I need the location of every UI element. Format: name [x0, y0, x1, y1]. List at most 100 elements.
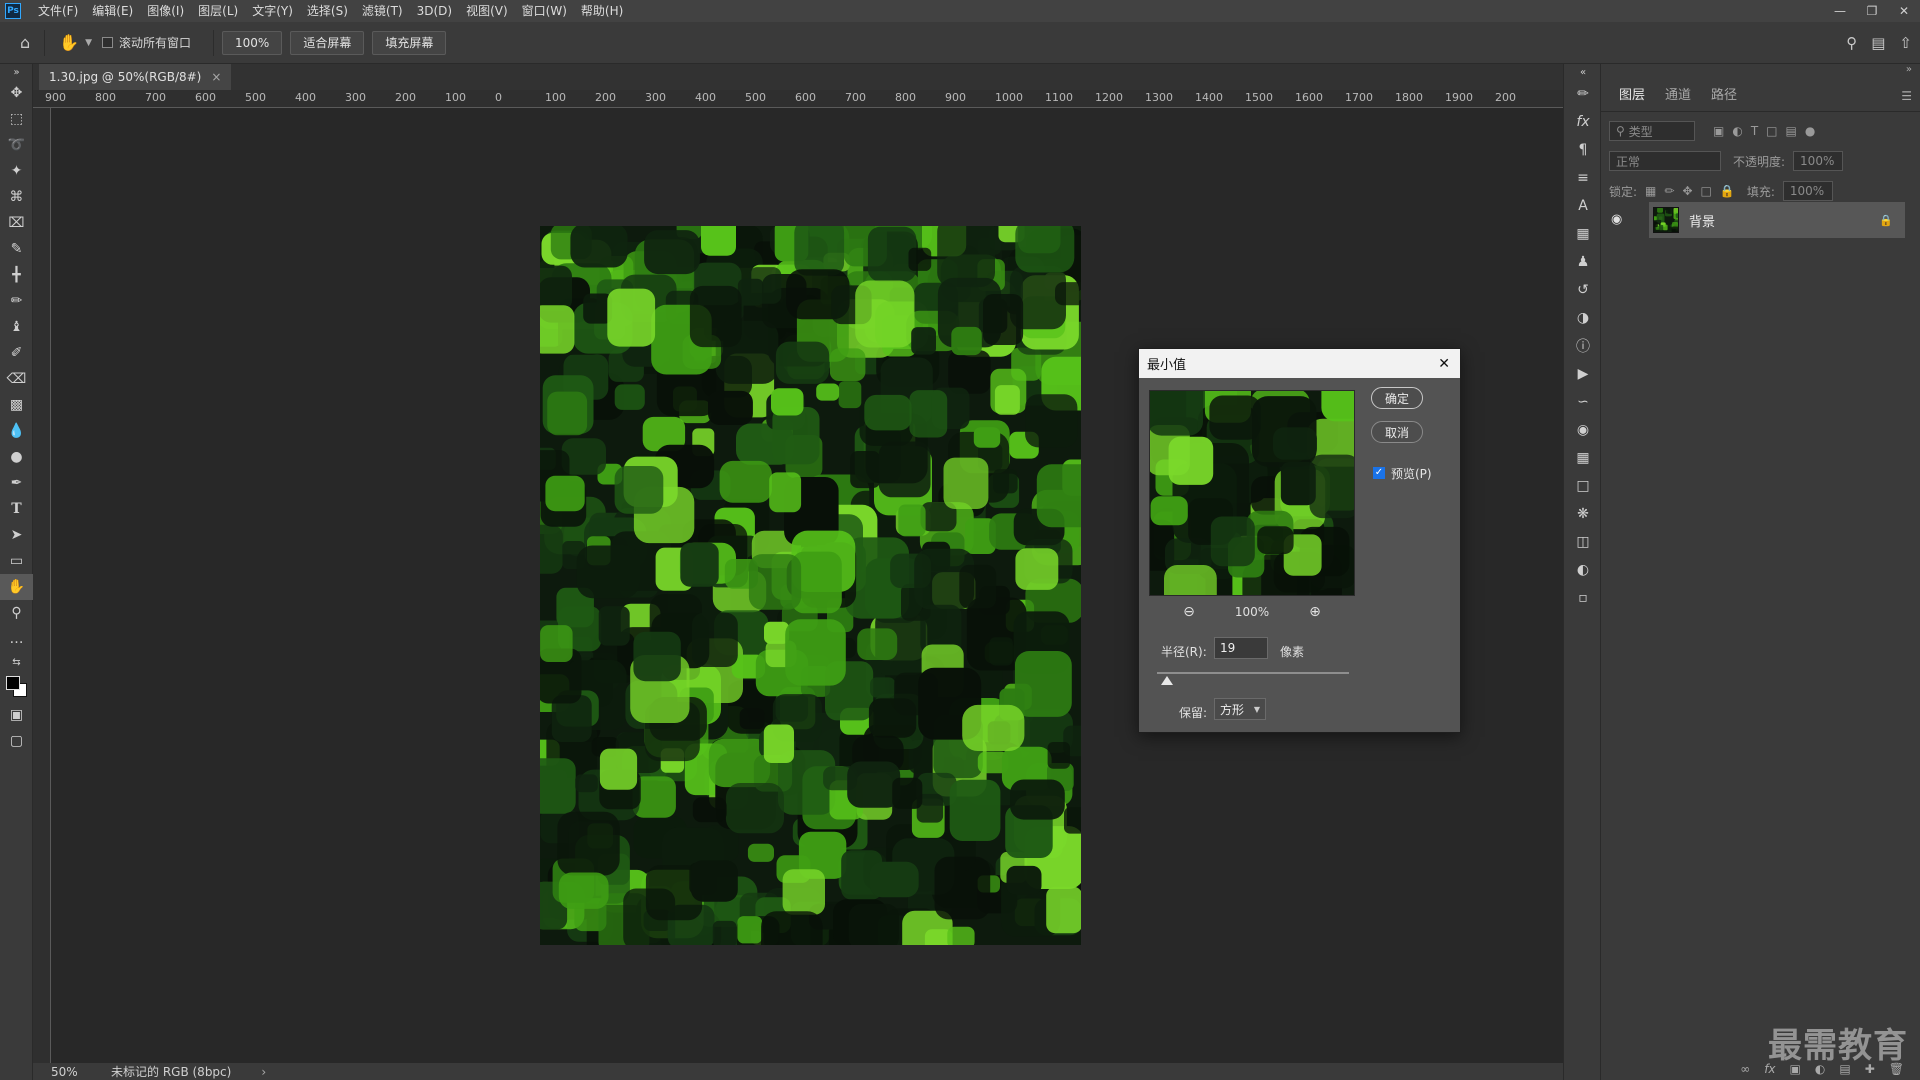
- radius-slider[interactable]: [1157, 672, 1349, 674]
- menu-filter[interactable]: 滤镜(T): [355, 0, 410, 22]
- timeline-icon[interactable]: ◫: [1564, 528, 1602, 556]
- gradient-tool-icon[interactable]: ▩: [0, 392, 33, 418]
- layer-row-background[interactable]: 背景 🔒: [1649, 202, 1905, 238]
- menu-view[interactable]: 视图(V): [459, 0, 515, 22]
- tab-paths[interactable]: 路径: [1701, 80, 1747, 112]
- crop-tool-icon[interactable]: ⌘: [0, 184, 33, 210]
- menu-layer[interactable]: 图层(L): [191, 0, 245, 22]
- expand-panel-icon[interactable]: »: [0, 64, 33, 80]
- layer-lock-icon[interactable]: 🔒: [1879, 214, 1893, 227]
- zoom-out-icon[interactable]: ⊖: [1183, 604, 1195, 620]
- lock-transparency-icon[interactable]: ▦: [1645, 184, 1656, 198]
- tab-channels[interactable]: 通道: [1655, 80, 1701, 112]
- workspace-icon[interactable]: ▤: [1871, 34, 1885, 52]
- menu-image[interactable]: 图像(I): [140, 0, 191, 22]
- paragraph-icon[interactable]: ¶: [1564, 136, 1602, 164]
- type-tool-icon[interactable]: T: [0, 496, 33, 522]
- swap-colors-icon[interactable]: ⇆: [0, 652, 33, 672]
- menu-help[interactable]: 帮助(H): [574, 0, 630, 22]
- pen-tool-icon[interactable]: ✒: [0, 470, 33, 496]
- filter-pixel-icon[interactable]: ▣: [1713, 124, 1724, 138]
- eyedropper-tool-icon[interactable]: ✎: [0, 236, 33, 262]
- lasso-tool-icon[interactable]: ➰: [0, 132, 33, 158]
- search-icon[interactable]: ⚲: [1846, 34, 1857, 52]
- filter-preview[interactable]: [1149, 390, 1355, 596]
- healing-brush-tool-icon[interactable]: ╋: [0, 262, 33, 288]
- info-icon[interactable]: ⓘ: [1564, 332, 1602, 360]
- foreground-color-swatch[interactable]: [6, 676, 20, 690]
- document-tab[interactable]: 1.30.jpg @ 50%(RGB/8#) ×: [39, 64, 232, 90]
- actions-icon[interactable]: ▶: [1564, 360, 1602, 388]
- path-select-tool-icon[interactable]: ➤: [0, 522, 33, 548]
- zoom-in-icon[interactable]: ⊕: [1309, 604, 1321, 620]
- color-swatches[interactable]: [0, 672, 33, 702]
- color-icon[interactable]: ◐: [1564, 556, 1602, 584]
- filter-adjust-icon[interactable]: ◐: [1732, 124, 1742, 138]
- channels-icon[interactable]: ◉: [1564, 416, 1602, 444]
- share-icon[interactable]: ⇧: [1899, 34, 1912, 52]
- filter-shape-icon[interactable]: □: [1766, 124, 1777, 138]
- marquee-tool-icon[interactable]: ⬚: [0, 106, 33, 132]
- collapse-panels-icon[interactable]: «: [1564, 64, 1602, 80]
- fill-screen-button[interactable]: 填充屏幕: [372, 30, 447, 55]
- restore-icon[interactable]: ❐: [1856, 0, 1888, 22]
- dodge-tool-icon[interactable]: ●: [0, 444, 33, 470]
- collapse-icon[interactable]: »: [1601, 64, 1920, 80]
- zoom-tool-icon[interactable]: ⚲: [0, 600, 33, 626]
- layer-filter-select[interactable]: ⚲ 类型: [1609, 121, 1695, 141]
- lock-all-icon[interactable]: 🔒: [1720, 184, 1735, 198]
- properties-icon[interactable]: ≡: [1564, 164, 1602, 192]
- menu-3d[interactable]: 3D(D): [410, 0, 459, 22]
- opacity-input[interactable]: 100%: [1793, 151, 1844, 171]
- filter-type-icon[interactable]: T: [1751, 124, 1758, 138]
- menu-window[interactable]: 窗口(W): [515, 0, 574, 22]
- history-brush-tool-icon[interactable]: ✐: [0, 340, 33, 366]
- rectangle-tool-icon[interactable]: ▭: [0, 548, 33, 574]
- close-window-icon[interactable]: ✕: [1888, 0, 1920, 22]
- document-image[interactable]: [540, 226, 1081, 945]
- photoshop-logo-icon[interactable]: Ps: [5, 3, 21, 19]
- hand-tool-icon[interactable]: ✋: [0, 574, 33, 600]
- minimize-icon[interactable]: —: [1824, 0, 1856, 22]
- dialog-close-icon[interactable]: ✕: [1438, 356, 1450, 372]
- lock-position-icon[interactable]: ✥: [1682, 184, 1692, 198]
- link-layers-icon[interactable]: ∞: [1740, 1062, 1750, 1076]
- radius-slider-thumb[interactable]: [1160, 676, 1173, 685]
- fit-screen-button[interactable]: 适合屏幕: [290, 30, 365, 55]
- quick-mask-icon[interactable]: ▣: [0, 702, 33, 728]
- ok-button[interactable]: 确定: [1371, 387, 1423, 409]
- swatches-icon[interactable]: ▫: [1564, 584, 1602, 612]
- history-icon[interactable]: ↺: [1564, 276, 1602, 304]
- panel-menu-icon[interactable]: ☰: [1901, 89, 1912, 103]
- paths-icon[interactable]: ∽: [1564, 388, 1602, 416]
- filter-smart-icon[interactable]: ▤: [1786, 124, 1797, 138]
- menu-file[interactable]: 文件(F): [31, 0, 85, 22]
- filter-toggle-icon[interactable]: ●: [1805, 124, 1815, 138]
- notes-icon[interactable]: □: [1564, 472, 1602, 500]
- lock-artboard-icon[interactable]: □: [1701, 184, 1712, 198]
- radius-input[interactable]: [1214, 637, 1268, 659]
- styles-icon[interactable]: fx: [1564, 108, 1602, 136]
- blur-tool-icon[interactable]: 💧: [0, 418, 33, 444]
- hand-tool-icon[interactable]: ✋: [59, 33, 79, 52]
- character-icon[interactable]: A: [1564, 192, 1602, 220]
- layer-name[interactable]: 背景: [1689, 211, 1715, 230]
- cancel-button[interactable]: 取消: [1371, 421, 1423, 443]
- chevron-down-icon[interactable]: ▼: [85, 38, 92, 48]
- table-icon[interactable]: ▦: [1564, 444, 1602, 472]
- close-tab-icon[interactable]: ×: [211, 70, 221, 84]
- preserve-select[interactable]: 方形 ▼: [1214, 698, 1266, 720]
- frame-tool-icon[interactable]: ⌧: [0, 210, 33, 236]
- brush-settings-icon[interactable]: ✏: [1564, 80, 1602, 108]
- move-tool-icon[interactable]: ✥: [0, 80, 33, 106]
- clone-stamp-tool-icon[interactable]: ♝: [0, 314, 33, 340]
- menu-edit[interactable]: 编辑(E): [85, 0, 140, 22]
- blend-mode-select[interactable]: 正常: [1609, 151, 1721, 171]
- menu-type[interactable]: 文字(Y): [245, 0, 300, 22]
- menu-select[interactable]: 选择(S): [300, 0, 355, 22]
- libraries-icon[interactable]: ▦: [1564, 220, 1602, 248]
- 3d-icon[interactable]: ❋: [1564, 500, 1602, 528]
- brush-tool-icon[interactable]: ✏: [0, 288, 33, 314]
- tab-layers[interactable]: 图层: [1609, 80, 1655, 112]
- quick-select-tool-icon[interactable]: ✦: [0, 158, 33, 184]
